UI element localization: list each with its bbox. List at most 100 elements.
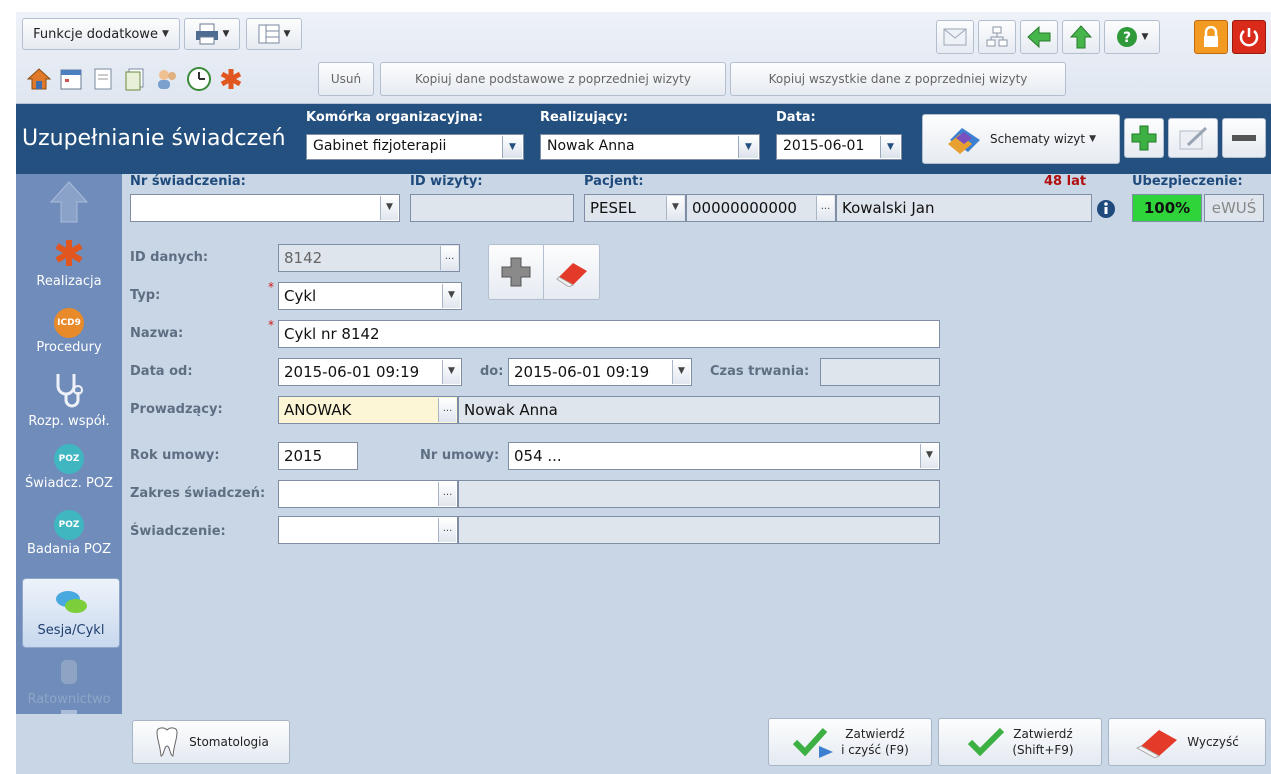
chevron-down-icon[interactable]: ▼ [672,360,690,384]
arrow-up-icon [1070,25,1092,49]
sidebar-item-realizacja[interactable]: Realizacja [16,238,122,289]
copy-all-data-button[interactable]: Kopiuj wszystkie dane z poprzedniej wizy… [730,62,1066,96]
copy-basic-data-button[interactable]: Kopiuj dane podstawowe z poprzedniej wiz… [380,62,726,96]
chevron-down-icon[interactable]: ▼ [442,284,460,308]
org-chart-icon [986,26,1008,47]
help-dropdown[interactable]: ? ▼ [1104,20,1160,54]
add-button[interactable] [1124,118,1164,158]
contract-year-value: 2015 [284,447,323,465]
chevron-down-icon[interactable]: ▼ [666,196,684,220]
info-icon[interactable] [1096,199,1116,223]
copy-all-label: Kopiuj wszystkie dane z poprzedniej wizy… [768,72,1028,86]
leader-code-field[interactable]: ANOWAK ... [278,396,458,424]
service-no-select[interactable]: ▼ [130,194,400,222]
add-cycle-button[interactable] [489,245,545,299]
stethoscope-icon [56,374,83,408]
sidebar-item-badania-poz[interactable]: POZ Badania POZ [16,510,122,557]
back-button[interactable] [1020,20,1058,54]
browse-button[interactable]: ... [440,246,458,270]
unit-select[interactable]: Gabinet fizjoterapii ▼ [306,134,524,160]
edit-button[interactable] [1168,118,1218,158]
scroll-up-button[interactable] [16,180,122,230]
service-field[interactable]: ... [278,516,458,544]
date-from-value: 2015-06-01 09:19 [284,363,420,381]
required-marker: * [268,280,274,294]
lock-button[interactable] [1194,20,1228,54]
browse-button[interactable]: ... [438,518,456,542]
chevron-down-icon: ▼ [1141,32,1149,42]
required-marker: * [268,318,274,332]
browse-button[interactable]: ... [438,482,456,506]
patient-name-field[interactable]: Kowalski Jan [836,194,1092,222]
dentistry-button[interactable]: Stomatologia [132,720,290,764]
date-label: Data: [776,110,816,125]
sidebar-item-procedury[interactable]: ICD9 Procedury [16,308,122,355]
chevron-down-icon[interactable]: ▼ [502,136,522,158]
type-label: Typ: [130,288,161,303]
date-to-picker[interactable]: 2015-06-01 09:19 ▼ [508,358,692,386]
chevron-down-icon[interactable]: ▼ [738,136,758,158]
chevron-down-icon[interactable]: ▼ [442,360,460,384]
date-to-value: 2015-06-01 09:19 [514,363,650,381]
toolbar: Funkcje dodatkowe ▼ ▼ ▼ Usuń Kopiuj dane … [16,12,1271,104]
plus-icon [1131,125,1157,151]
visit-schemes-button[interactable]: Schematy wizyt ▼ [922,114,1120,164]
name-field[interactable]: Cykl nr 8142 [278,320,940,348]
date-value: 2015-06-01 [783,138,865,154]
erase-cycle-button[interactable] [544,245,599,299]
date-from-picker[interactable]: 2015-06-01 09:19 ▼ [278,358,462,386]
confirm-and-clear-button[interactable]: Zatwierdź i czyść (F9) [768,718,932,766]
pesel-field[interactable]: 00000000000 ... [686,194,836,222]
sidebar-item-rozp-wspol[interactable]: Rozp. współ. [16,372,122,429]
clear-button[interactable]: Wyczyść [1108,718,1266,766]
patient-label: Pacjent: [584,174,644,189]
id-type-select[interactable]: PESEL ▼ [584,194,686,222]
duration-field[interactable] [820,358,940,386]
patients-icon[interactable] [152,64,182,94]
sidebar-item-label: Świadcz. POZ [25,476,113,491]
sidebar-item-ratownictwo[interactable]: Ratownictwo [16,658,122,707]
documents-icon[interactable] [120,64,150,94]
scope-label: Zakres świadczeń: [130,486,266,501]
footer-bar: Stomatologia Zatwierdź i czyść (F9) Zatwi… [16,714,1271,774]
type-select[interactable]: Cykl ▼ [278,282,462,310]
data-id-field[interactable]: 8142 ... [278,244,460,272]
delete-button[interactable]: Usuń [318,62,374,96]
home-icon[interactable] [24,64,54,94]
poz-icon: POZ [54,444,84,474]
performer-select[interactable]: Nowak Anna ▼ [540,134,760,160]
contract-no-select[interactable]: 054 ... ▼ [508,442,940,470]
remove-button[interactable] [1222,118,1266,158]
document-edit-icon[interactable] [88,64,118,94]
sidebar-item-swiadcz-poz[interactable]: POZ Świadcz. POZ [16,444,122,491]
structure-button[interactable] [978,20,1016,54]
asterisk-icon[interactable] [216,64,246,94]
sidebar-item-label: Realizacja [36,274,102,289]
scope-field[interactable]: ... [278,480,458,508]
clock-icon[interactable] [184,64,214,94]
power-button[interactable] [1232,20,1266,54]
layout-dropdown[interactable]: ▼ [246,18,302,50]
mail-icon [943,28,967,46]
sidebar-item-sesja-cykl[interactable]: Sesja/Cykl [22,578,120,648]
date-picker[interactable]: 2015-06-01 ▼ [776,134,902,160]
functions-dropdown[interactable]: Funkcje dodatkowe ▼ [22,18,180,50]
poz-exam-icon: POZ [54,510,84,540]
header-bar: Uzupełnianie świadczeń Komórka organizac… [16,104,1271,174]
chevron-down-icon[interactable]: ▼ [380,196,398,220]
confirm-button[interactable]: Zatwierdź (Shift+F9) [938,718,1102,766]
print-dropdown[interactable]: ▼ [184,18,240,50]
chevron-down-icon[interactable]: ▼ [880,136,900,158]
visit-id-field[interactable] [410,194,574,222]
up-button[interactable] [1062,20,1100,54]
browse-button[interactable]: ... [816,196,834,220]
mail-button[interactable] [936,20,974,54]
check-arrow-icon [793,727,834,758]
calendar-icon[interactable] [56,64,86,94]
contract-year-field[interactable]: 2015 [278,442,358,470]
browse-button[interactable]: ... [438,398,456,422]
confirm-line1: Zatwierdź [1013,727,1073,741]
chevron-down-icon[interactable]: ▼ [920,444,938,468]
sidebar-item-label: Badania POZ [26,542,112,557]
ewus-button[interactable]: eWUŚ [1204,194,1264,222]
